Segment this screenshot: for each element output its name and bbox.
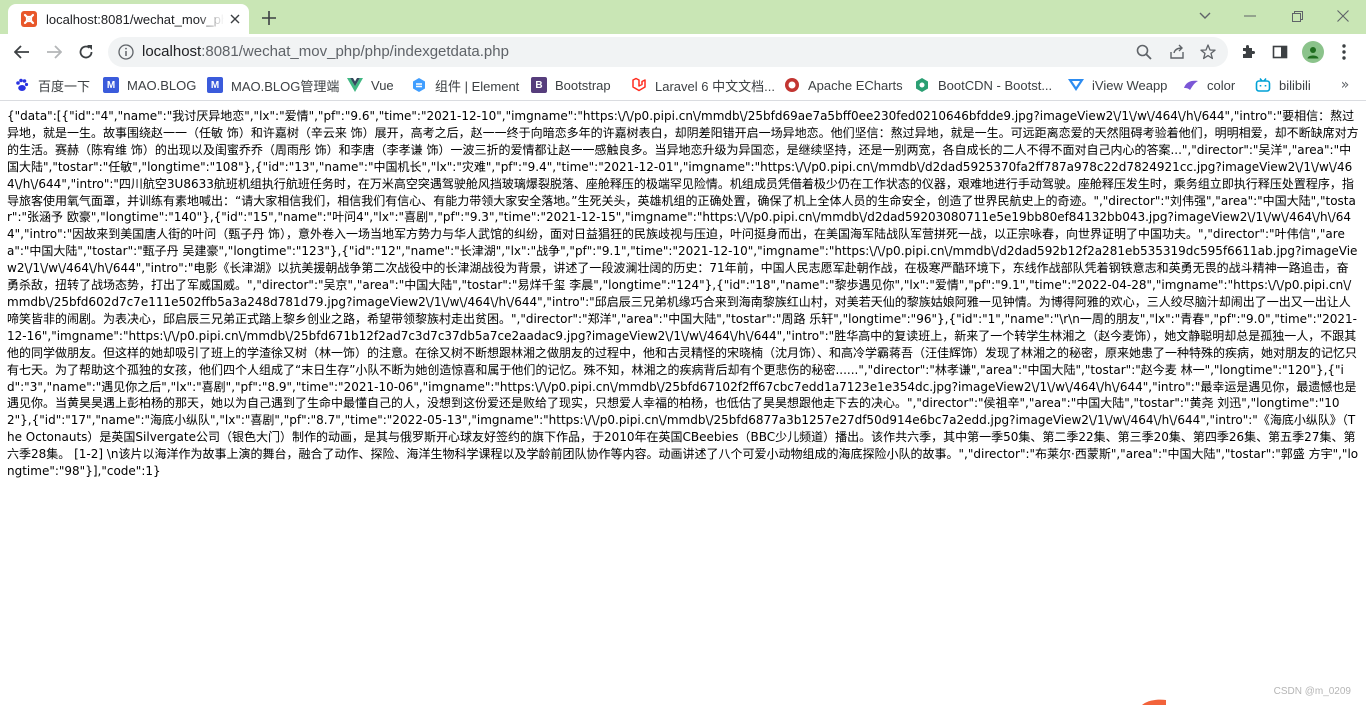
bookmark-item[interactable]: bilibili — [1255, 76, 1311, 94]
close-icon[interactable] — [227, 11, 243, 27]
url-host: localhost — [142, 43, 202, 60]
extensions-icon[interactable] — [1236, 40, 1260, 64]
bootstrap-icon: B — [531, 77, 547, 93]
watermark: CSDN @m_0209 — [1273, 686, 1351, 697]
bootcdn-icon — [914, 77, 930, 93]
menu-icon[interactable] — [1332, 40, 1356, 64]
url-path: :8081/wechat_mov_php/php/indexgetdata.ph… — [201, 43, 509, 60]
page-content: {"data":[{"id":"4","name":"我讨厌异地恋","lx":… — [0, 101, 1366, 705]
bilibili-icon — [1255, 77, 1271, 93]
profile-avatar[interactable] — [1302, 41, 1324, 63]
bookmark-item[interactable]: B Bootstrap — [531, 76, 611, 94]
bookmark-item[interactable]: iView Weapp — [1068, 76, 1167, 94]
minimize-icon[interactable] — [1235, 5, 1265, 27]
bookmark-label: Laravel 6 中文文档... — [655, 78, 775, 94]
bookmark-item[interactable]: Vue — [347, 76, 394, 94]
bookmark-label: Bootstrap — [555, 77, 611, 93]
floating-widget-icon[interactable] — [1140, 699, 1166, 705]
bookmarks-bar: 百度一下 M MAO.BLOG M MAO.BLOG管理端 Vue 组件 | E… — [0, 70, 1366, 101]
reload-button[interactable] — [74, 40, 98, 64]
bookmark-item[interactable]: BootCDN - Bootst... — [914, 76, 1052, 94]
new-tab-button[interactable] — [259, 8, 279, 28]
share-icon[interactable] — [1168, 43, 1186, 61]
side-panel-icon[interactable] — [1268, 40, 1292, 64]
bookmark-label: Vue — [371, 77, 394, 93]
bookmark-item[interactable]: M MAO.BLOG — [103, 76, 196, 94]
bookmark-label: bilibili — [1279, 77, 1311, 93]
back-button[interactable] — [10, 40, 34, 64]
bookmark-star-icon[interactable] — [1199, 43, 1217, 61]
bookmarks-overflow-icon[interactable]: » — [1336, 76, 1354, 94]
color-icon — [1183, 77, 1199, 93]
tab-search-icon[interactable] — [1190, 5, 1220, 27]
zoom-search-icon[interactable] — [1135, 43, 1153, 61]
xampp-icon — [21, 11, 37, 27]
m-icon: M — [207, 77, 223, 93]
url-text: localhost:8081/wechat_mov_php/php/indexg… — [142, 43, 509, 60]
bookmark-label: MAO.BLOG — [127, 77, 197, 93]
bookmark-item[interactable]: 组件 | Element — [411, 76, 519, 94]
vue-icon — [347, 77, 363, 93]
tab-title: localhost:8081/wechat_mov_php/php/indexg… — [46, 11, 224, 27]
tab-active[interactable]: localhost:8081/wechat_mov_php/php/indexg… — [8, 4, 249, 34]
m-icon: M — [103, 77, 119, 93]
paw-icon — [14, 77, 30, 93]
iview-icon — [1068, 77, 1084, 93]
echarts-icon — [784, 77, 800, 93]
browser-toolbar: localhost:8081/wechat_mov_php/php/indexg… — [0, 34, 1366, 70]
bookmark-item[interactable]: color — [1183, 76, 1235, 94]
bookmark-label: MAO.BLOG管理端 — [231, 78, 340, 94]
address-bar[interactable]: localhost:8081/wechat_mov_php/php/indexg… — [108, 37, 1228, 67]
element-icon — [411, 77, 427, 93]
restore-icon[interactable] — [1282, 5, 1312, 27]
bookmark-label: iView Weapp — [1092, 77, 1168, 93]
laravel-icon — [631, 77, 647, 93]
tab-strip: localhost:8081/wechat_mov_php/php/indexg… — [0, 0, 1366, 34]
site-info-icon[interactable] — [118, 44, 134, 60]
bookmark-item[interactable]: Apache ECharts — [784, 76, 903, 94]
json-response-text: {"data":[{"id":"4","name":"我讨厌异地恋","lx":… — [7, 109, 1359, 479]
window-close-icon[interactable] — [1328, 5, 1358, 27]
bookmark-item[interactable]: Laravel 6 中文文档... — [631, 76, 775, 94]
bookmark-item[interactable]: M MAO.BLOG管理端 — [207, 76, 339, 94]
bookmark-label: BootCDN - Bootst... — [938, 77, 1053, 93]
bookmark-label: 百度一下 — [38, 78, 91, 94]
forward-button[interactable] — [42, 40, 66, 64]
bookmark-label: Apache ECharts — [808, 77, 903, 93]
bookmark-item[interactable]: 百度一下 — [14, 76, 90, 94]
bookmark-label: color — [1207, 77, 1236, 93]
bookmark-label: 组件 | Element — [435, 78, 520, 94]
